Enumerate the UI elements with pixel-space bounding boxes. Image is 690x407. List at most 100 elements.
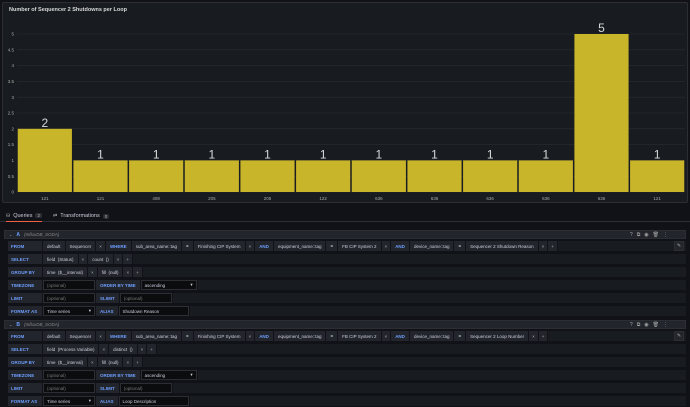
add-condition-button[interactable]: +	[538, 331, 548, 341]
chevron-down-icon: ▾	[190, 282, 193, 287]
remove-groupby-button[interactable]: ×	[88, 357, 97, 367]
remove-condition-button[interactable]: ×	[529, 331, 538, 341]
tab-queries-label: Queries	[13, 212, 33, 219]
where-tag-key[interactable]: sub_area_name::tag	[131, 241, 181, 251]
select-function[interactable]: distinct ()	[109, 344, 137, 354]
where-tag-key[interactable]: equipment_name::tag	[273, 241, 326, 251]
slimit-keyword: SLIMIT	[96, 293, 119, 303]
where-operator[interactable]: =	[326, 331, 338, 341]
bar-data-label: 1	[153, 147, 160, 161]
order-by-time-select[interactable]: ascending ▾	[140, 280, 197, 290]
remove-function-button[interactable]: ×	[113, 254, 123, 264]
help-icon[interactable]: ?	[630, 322, 633, 328]
where-tag-value[interactable]: Sequencer 2 Shutdown Reason	[466, 241, 538, 251]
row-filler	[156, 344, 686, 354]
timezone-input[interactable]: (optional)	[43, 370, 95, 380]
where-tag-value[interactable]: Finishing CIP System	[193, 241, 245, 251]
where-tag-value[interactable]: Sequencer 2 Loop Number	[466, 331, 529, 341]
format-as-select[interactable]: Time series ▾	[43, 306, 95, 316]
copy-icon[interactable]: ⧉	[637, 322, 641, 328]
order-by-time-keyword: ORDER BY TIME	[96, 280, 140, 290]
order-by-time-select[interactable]: ascending ▾	[140, 370, 197, 380]
remove-condition-button[interactable]: ×	[245, 331, 255, 341]
remove-field-button[interactable]: ×	[99, 344, 109, 354]
where-tag-key[interactable]: device_name::tag	[409, 241, 454, 251]
timezone-input[interactable]: (optional)	[43, 280, 95, 290]
collapse-chevron-icon[interactable]: ⌄	[9, 232, 12, 237]
alias-input[interactable]: Shutdown Reason	[118, 306, 189, 316]
timezone-keyword: TIMEZONE	[8, 280, 42, 290]
remove-condition-button[interactable]: ×	[245, 241, 255, 251]
remove-groupby-button[interactable]: ×	[88, 267, 97, 277]
limit-input[interactable]: (optional)	[43, 293, 95, 303]
query-letter: A	[16, 231, 20, 238]
x-tick-label: 636	[486, 196, 494, 201]
where-tag-value[interactable]: FB CIP System 2	[338, 331, 381, 341]
add-condition-button[interactable]: +	[548, 241, 557, 251]
policy-select[interactable]: default	[43, 241, 65, 251]
groupby-time[interactable]: time ($__interval)	[43, 267, 88, 277]
limit-input[interactable]: (optional)	[43, 383, 95, 393]
copy-icon[interactable]: ⧉	[637, 232, 641, 238]
where-tag-key[interactable]: sub_area_name::tag	[131, 331, 181, 341]
remove-measurement-button[interactable]: ×	[96, 241, 105, 251]
groupby-fill[interactable]: fill (null)	[97, 357, 123, 367]
where-operator[interactable]: =	[454, 331, 466, 341]
add-groupby-button[interactable]: +	[133, 357, 142, 367]
groupby-fill-arg: (null)	[108, 359, 119, 365]
remove-condition-button[interactable]: ×	[381, 241, 391, 251]
bar-data-label: 1	[320, 147, 327, 161]
help-icon[interactable]: ?	[630, 232, 633, 238]
delete-icon[interactable]: 🗑	[653, 322, 659, 328]
format-as-select[interactable]: Time series ▾	[43, 396, 95, 406]
where-operator[interactable]: =	[326, 241, 338, 251]
edit-raw-query-button[interactable]: ✎	[674, 331, 684, 341]
drag-icon[interactable]: ⋮	[663, 232, 668, 238]
remove-function-button[interactable]: ×	[137, 344, 147, 354]
remove-measurement-button[interactable]: ×	[96, 331, 105, 341]
query-datasource: (InfluxDB_SODA)	[23, 232, 60, 237]
remove-field-button[interactable]: ×	[78, 254, 88, 264]
query-header[interactable]: ⌄ B (InfluxDB_SODA)? ⧉ ◉ 🗑 ⋮	[4, 320, 686, 329]
groupby-time[interactable]: time ($__interval)	[43, 357, 88, 367]
edit-raw-query-button[interactable]: ✎	[674, 241, 684, 251]
eye-icon[interactable]: ◉	[644, 232, 648, 238]
policy-select[interactable]: default	[43, 331, 65, 341]
collapse-chevron-icon[interactable]: ⌄	[9, 322, 12, 327]
groupby-row: GROUP BY time ($__interval) × fill (null) × +	[4, 356, 686, 368]
where-tag-key[interactable]: device_name::tag	[409, 331, 454, 341]
remove-fill-button[interactable]: ×	[123, 357, 133, 367]
delete-icon[interactable]: 🗑	[653, 232, 659, 238]
add-select-button[interactable]: +	[123, 254, 132, 264]
measurement-select[interactable]: Sequencer	[65, 241, 96, 251]
where-operator[interactable]: =	[454, 241, 466, 251]
query-header[interactable]: ⌄ A (InfluxDB_SODA)? ⧉ ◉ 🗑 ⋮	[4, 230, 686, 239]
where-tag-value[interactable]: FB CIP System 2	[338, 241, 381, 251]
select-field[interactable]: field (Process Variable)	[43, 344, 99, 354]
where-operator[interactable]: =	[181, 331, 193, 341]
drag-icon[interactable]: ⋮	[663, 322, 668, 328]
remove-fill-button[interactable]: ×	[123, 267, 133, 277]
bar	[574, 34, 629, 192]
add-select-button[interactable]: +	[147, 344, 156, 354]
tab-transformations[interactable]: ⇄ Transformations 0	[53, 210, 110, 222]
select-function[interactable]: count ()	[88, 254, 113, 264]
remove-condition-button[interactable]: ×	[538, 241, 548, 251]
row-filler	[172, 383, 686, 393]
slimit-input[interactable]: (optional)	[119, 293, 172, 303]
order-by-time-value: ascending	[144, 282, 166, 288]
remove-condition-button[interactable]: ×	[381, 331, 391, 341]
alias-input[interactable]: Loop Description	[118, 396, 189, 406]
where-tag-key[interactable]: equipment_name::tag	[273, 331, 326, 341]
groupby-fill[interactable]: fill (null)	[97, 267, 123, 277]
tab-queries[interactable]: ⛁ Queries 2	[6, 210, 42, 222]
where-operator[interactable]: =	[181, 241, 193, 251]
bar-data-label: 1	[97, 147, 104, 161]
where-tag-value[interactable]: Finishing CIP System	[193, 331, 245, 341]
select-field[interactable]: field (Status)	[43, 254, 78, 264]
measurement-select[interactable]: Sequencer	[65, 331, 96, 341]
add-groupby-button[interactable]: +	[133, 267, 142, 277]
slimit-input[interactable]: (optional)	[119, 383, 172, 393]
eye-icon[interactable]: ◉	[644, 322, 648, 328]
x-tick-label: 408	[152, 196, 160, 201]
